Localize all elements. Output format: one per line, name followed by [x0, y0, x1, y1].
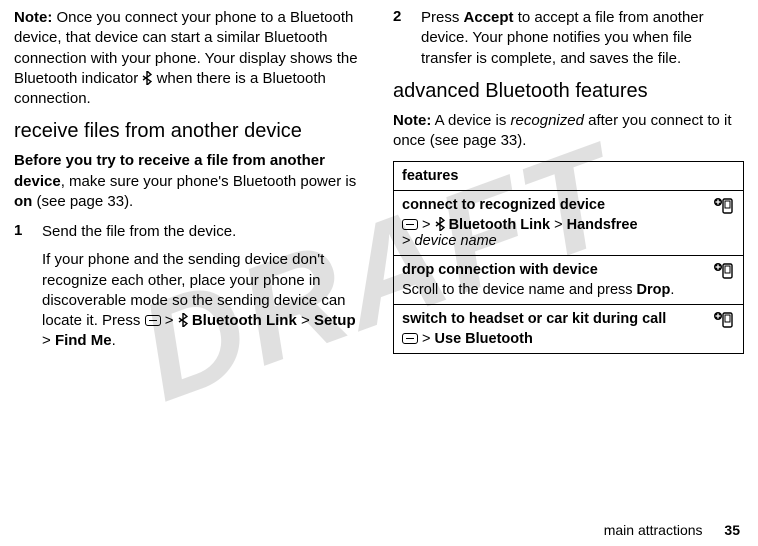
gt-r2: >	[554, 217, 562, 233]
step-2: 2 Press Accept to accept a file from ano…	[393, 8, 744, 69]
adv-note-label: Note:	[393, 112, 431, 129]
step-2-body: Press Accept to accept a file from anoth…	[421, 8, 744, 69]
recognized-word: recognized	[511, 112, 584, 129]
footer: main attractions 35	[604, 522, 740, 538]
accept-label: Accept	[464, 9, 514, 26]
device-name-label: device name	[415, 233, 497, 249]
step-2-number: 2	[393, 8, 407, 69]
gt3: >	[42, 332, 51, 349]
handsfree-label: Handsfree	[567, 217, 638, 233]
menu-key-icon-2	[402, 219, 418, 230]
footer-section: main attractions	[604, 522, 703, 538]
page-number: 35	[724, 522, 740, 538]
menu-key-icon	[145, 315, 161, 326]
menu-key-icon-3	[402, 333, 418, 344]
adv-note-a: A device is	[431, 112, 510, 129]
findme-label: Find Me	[55, 332, 112, 349]
gt-r4: >	[422, 331, 430, 347]
feature-switch-title: switch to headset or car kit during call	[402, 311, 735, 327]
note-paragraph: Note: Once you connect your phone to a B…	[14, 8, 365, 109]
heading-advanced: advanced Bluetooth features	[393, 79, 744, 103]
gt-r1: >	[422, 217, 430, 233]
step-1-sub: If your phone and the sending device don…	[42, 250, 365, 351]
before-tail: (see page 33).	[32, 193, 133, 210]
plus-device-icon-3	[713, 311, 735, 333]
before-receive-paragraph: Before you try to receive a file from an…	[14, 151, 365, 212]
bluetooth-icon-2	[178, 313, 188, 327]
page-columns: Note: Once you connect your phone to a B…	[0, 0, 758, 360]
right-column: 2 Press Accept to accept a file from ano…	[393, 8, 744, 360]
drop-body-a: Scroll to the device name and press	[402, 282, 637, 298]
feature-drop-title: drop connection with device	[402, 262, 735, 278]
step-1-number: 1	[14, 222, 28, 242]
step-1: 1 Send the file from the device.	[14, 222, 365, 242]
before-rest: , make sure your phone's Bluetooth power…	[61, 173, 357, 190]
bluetooth-icon-3	[435, 217, 445, 231]
step-1-text: Send the file from the device.	[42, 222, 365, 242]
period1: .	[112, 332, 116, 349]
feature-row-drop: drop connection with device Scroll to th…	[394, 256, 744, 305]
drop-body-b: .	[670, 282, 674, 298]
plus-device-icon	[713, 197, 735, 219]
bt-link-label-2: Bluetooth Link	[449, 217, 551, 233]
on-word: on	[14, 193, 32, 210]
heading-receive-files: receive files from another device	[14, 119, 365, 143]
step2-a: Press	[421, 9, 464, 26]
gt2: >	[301, 312, 310, 329]
setup-label: Setup	[314, 312, 356, 329]
use-bluetooth-label: Use Bluetooth	[435, 331, 533, 347]
gt1: >	[165, 312, 174, 329]
left-column: Note: Once you connect your phone to a B…	[14, 8, 365, 360]
feature-row-connect: connect to recognized device > Bluetooth…	[394, 191, 744, 256]
bluetooth-icon	[142, 71, 152, 85]
drop-label: Drop	[637, 282, 671, 298]
features-header: features	[394, 162, 744, 191]
note-label: Note:	[14, 9, 52, 26]
feature-connect-title: connect to recognized device	[402, 197, 735, 213]
adv-note-paragraph: Note: A device is recognized after you c…	[393, 111, 744, 152]
plus-device-icon-2	[713, 262, 735, 284]
feature-row-switch: switch to headset or car kit during call…	[394, 305, 744, 354]
bt-link-label: Bluetooth Link	[192, 312, 297, 329]
features-table: features connect to recognized device > …	[393, 161, 744, 354]
gt-r3: >	[402, 233, 410, 249]
